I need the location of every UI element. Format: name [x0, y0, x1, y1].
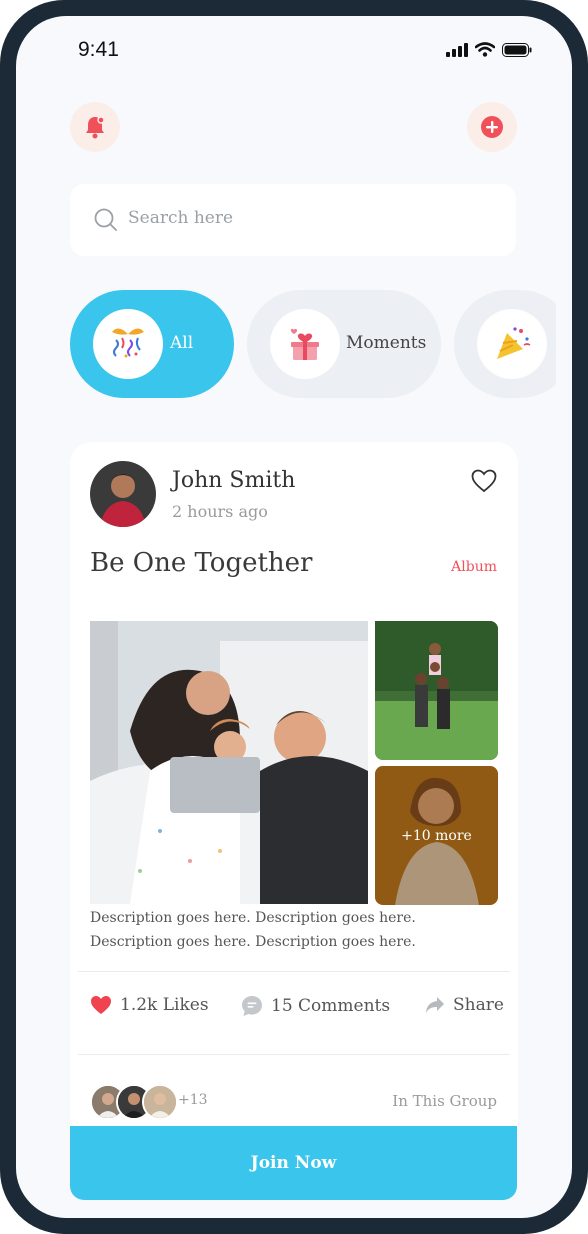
screen: 9:41 Search here All Moments John Smith … [16, 16, 572, 1218]
share-label: Share [453, 995, 504, 1015]
main-photo[interactable] [90, 621, 368, 904]
more-photos-label: +10 more [401, 827, 472, 844]
status-time: 9:41 [78, 38, 119, 61]
post-description: Description goes here. Description goes … [90, 910, 416, 950]
share-icon [426, 997, 444, 1013]
bell-icon [86, 116, 105, 139]
family-photo[interactable] [375, 621, 498, 760]
heart-icon[interactable] [471, 469, 497, 493]
divider [78, 971, 510, 972]
post-card: John Smith 2 hours ago Be One Together A… [70, 442, 518, 1142]
category-all[interactable]: All [70, 290, 234, 398]
comments-count: 15 Comments [271, 996, 391, 1016]
gift-hearts-icon [270, 309, 340, 379]
wifi-icon [475, 42, 495, 57]
category-chips: All Moments [70, 290, 556, 400]
search-bar[interactable]: Search here [70, 184, 516, 256]
divider [78, 1054, 510, 1055]
category-label: All [170, 333, 194, 353]
like-button[interactable]: 1.2k Likes [90, 995, 209, 1015]
party-popper-icon [477, 309, 547, 379]
likes-count: 1.2k Likes [120, 995, 209, 1015]
category-party[interactable] [454, 290, 556, 398]
avatar[interactable] [90, 461, 156, 527]
album-link[interactable]: Album [451, 559, 497, 575]
search-input[interactable]: Search here [128, 208, 233, 228]
comment-icon [242, 996, 262, 1016]
more-photos[interactable]: +10 more [375, 766, 498, 905]
search-icon [94, 208, 117, 231]
plus-circle-icon [481, 116, 503, 138]
heart-filled-icon [91, 996, 111, 1014]
party-gift-icon [93, 309, 163, 379]
add-button[interactable] [467, 102, 517, 152]
share-button[interactable]: Share [425, 995, 504, 1015]
signal-icon [446, 42, 468, 57]
category-label: Moments [346, 333, 427, 353]
join-now-button[interactable]: Join Now [70, 1126, 517, 1200]
comments-button[interactable]: 15 Comments [241, 995, 390, 1017]
group-label[interactable]: In This Group [392, 1092, 497, 1110]
phone-frame: 9:41 Search here All Moments John Smith … [0, 0, 588, 1234]
category-moments[interactable]: Moments [247, 290, 441, 398]
post-time: 2 hours ago [172, 502, 268, 521]
member-avatar [142, 1084, 178, 1120]
status-icons [446, 42, 532, 57]
battery-icon [502, 42, 532, 57]
author-name[interactable]: John Smith [172, 468, 295, 493]
member-count: +13 [178, 1092, 208, 1108]
post-title: Be One Together [90, 548, 313, 578]
notification-button[interactable] [70, 102, 120, 152]
member-avatars[interactable] [90, 1084, 178, 1120]
